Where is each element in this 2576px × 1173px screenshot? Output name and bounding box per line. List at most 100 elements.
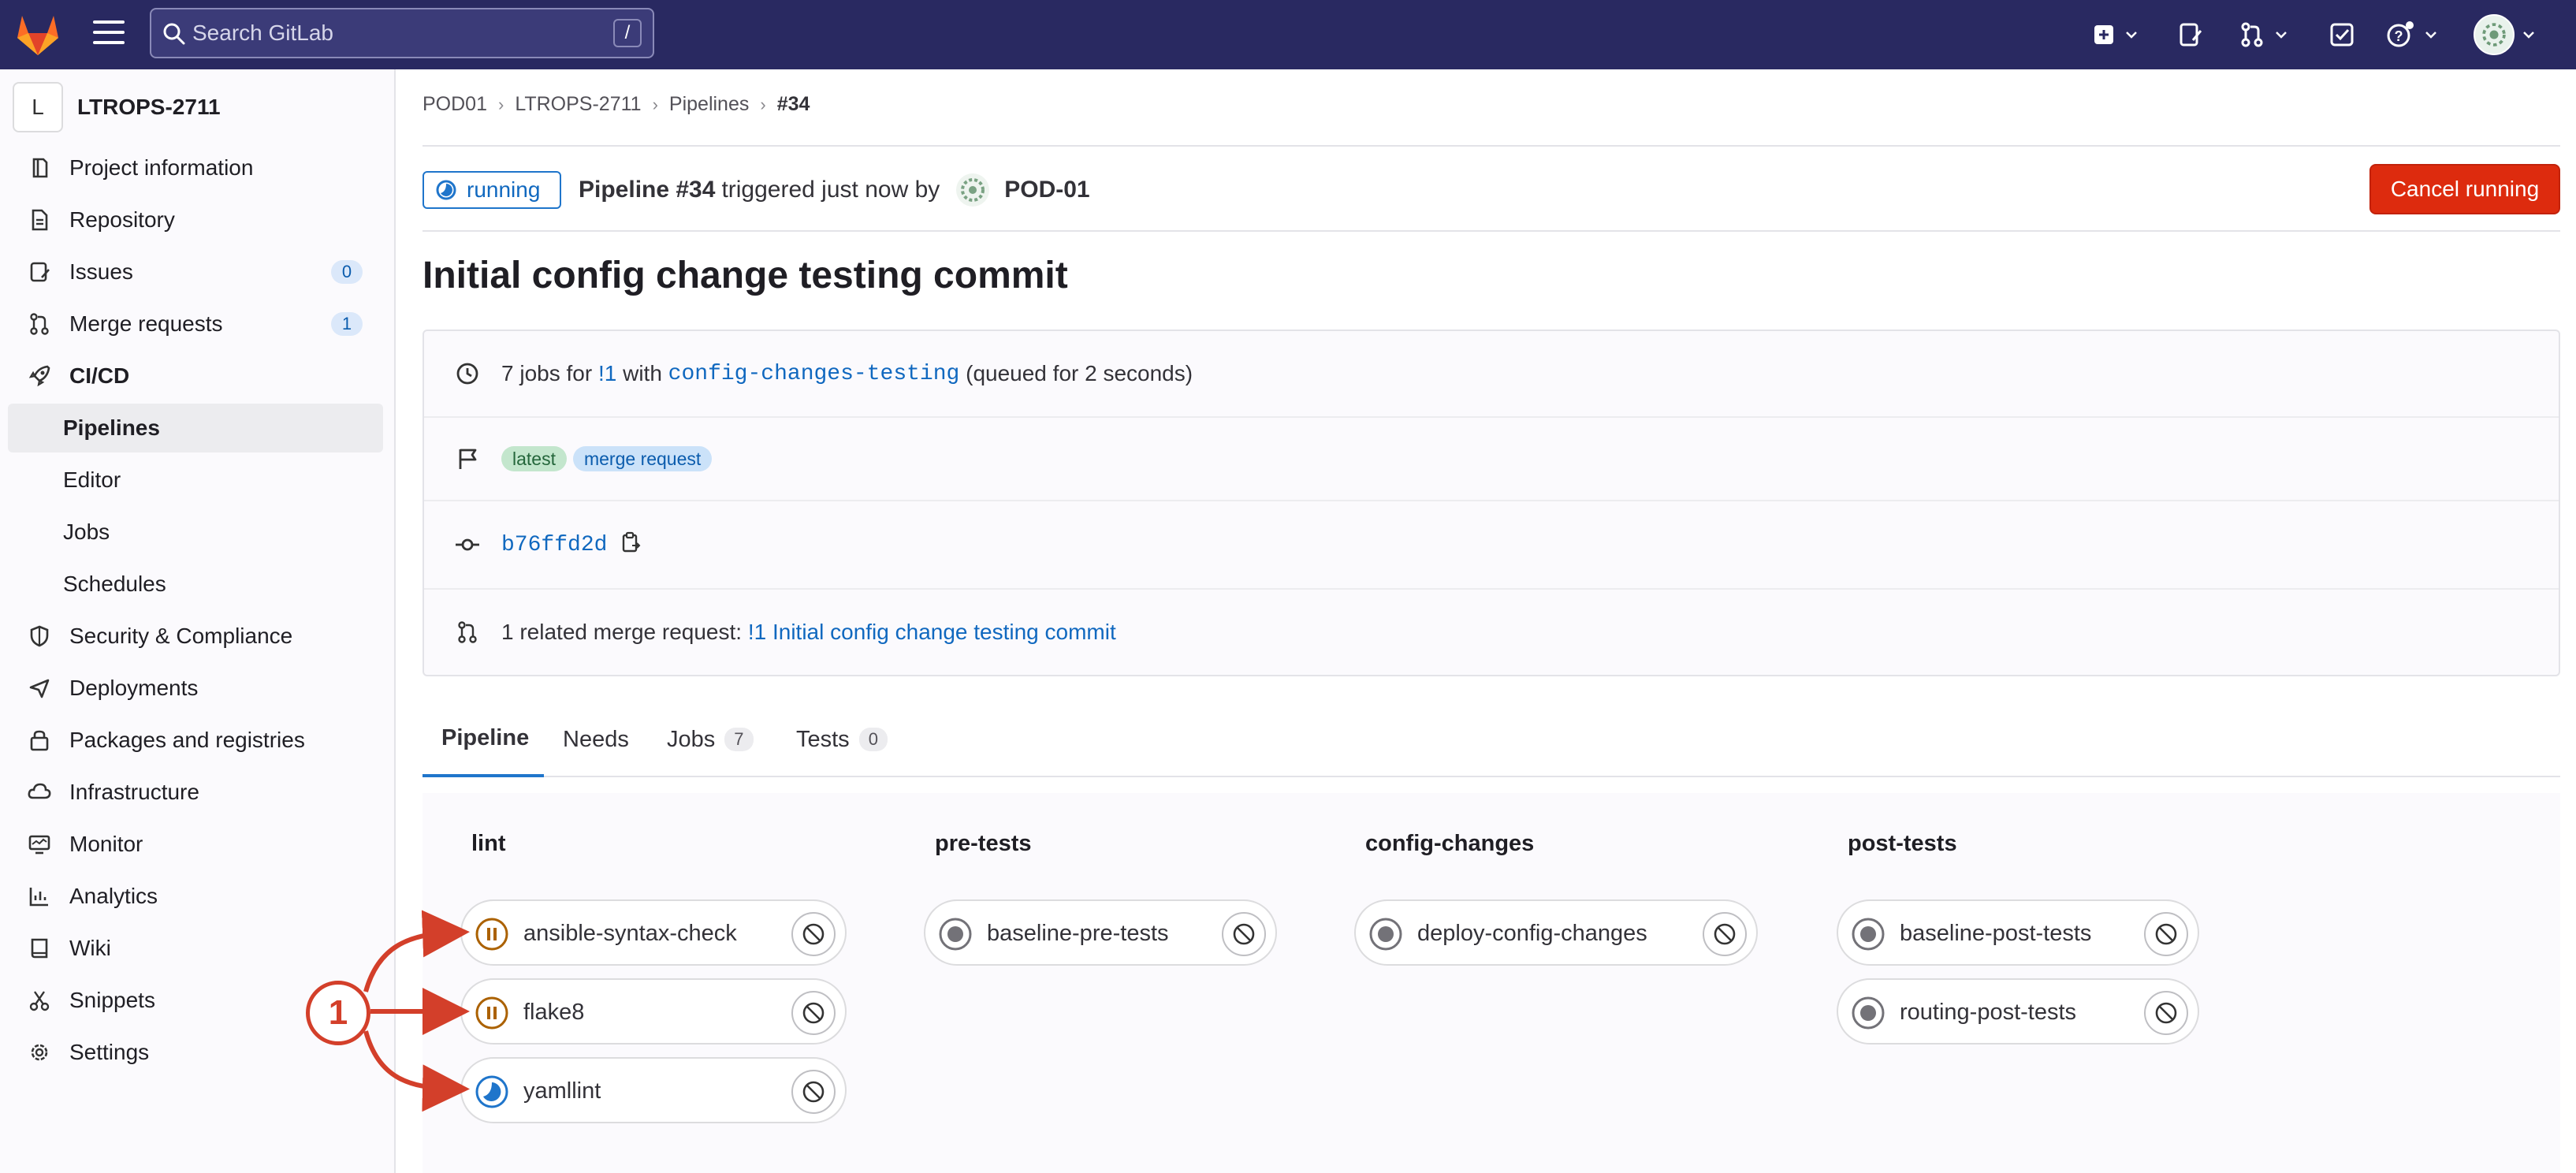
info-row-badges: latest merge request bbox=[424, 418, 2559, 501]
issues-icon bbox=[2180, 23, 2202, 47]
related-mr-link[interactable]: !1 Initial config change testing commit bbox=[748, 620, 1116, 645]
sidebar-item-jobs[interactable]: Jobs bbox=[8, 508, 383, 557]
tab-count-badge: 7 bbox=[724, 728, 754, 751]
cancel-job-button[interactable] bbox=[2144, 991, 2188, 1035]
chevron-down-icon bbox=[2523, 32, 2534, 39]
issues-top-button[interactable] bbox=[2177, 17, 2204, 52]
job-name: routing-post-tests bbox=[1900, 1000, 2077, 1025]
stage-title-config-changes: config-changes bbox=[1365, 831, 1535, 856]
sidebar-project-header[interactable]: L LTROPS-2711 bbox=[13, 82, 221, 132]
todos-top-button[interactable] bbox=[2328, 17, 2355, 52]
sidebar-item-pipelines[interactable]: Pipelines bbox=[8, 404, 383, 452]
search-icon bbox=[163, 23, 185, 45]
chart-icon bbox=[24, 881, 55, 912]
cancel-job-button[interactable] bbox=[791, 912, 836, 956]
merge-request-ref-link[interactable]: !1 bbox=[598, 361, 616, 386]
sidebar-item-packages-registries[interactable]: Packages and registries bbox=[8, 716, 383, 765]
breadcrumb-item-pipelines[interactable]: Pipelines bbox=[669, 93, 749, 116]
tab-pipeline[interactable]: Pipeline bbox=[423, 702, 544, 777]
clock-icon bbox=[454, 360, 481, 387]
job-baseline-post-tests[interactable]: baseline-post-tests bbox=[1837, 899, 2199, 966]
sidebar-item-merge-requests[interactable]: Merge requests 1 bbox=[8, 300, 383, 348]
cancel-job-button[interactable] bbox=[2144, 912, 2188, 956]
user-avatar[interactable] bbox=[955, 173, 990, 207]
commit-sha-link[interactable]: b76ffd2d bbox=[501, 533, 607, 557]
gitlab-logo-icon[interactable] bbox=[14, 8, 61, 60]
cancel-job-button[interactable] bbox=[791, 991, 836, 1035]
tab-count-badge: 0 bbox=[858, 728, 888, 751]
sidebar-item-label: Project information bbox=[69, 155, 254, 180]
branch-link[interactable]: config-changes-testing bbox=[668, 362, 960, 386]
sidebar-item-repository[interactable]: Repository bbox=[8, 196, 383, 244]
job-routing-post-tests[interactable]: routing-post-tests bbox=[1837, 978, 2199, 1045]
tab-label: Jobs bbox=[667, 726, 716, 752]
sidebar-item-wiki[interactable]: Wiki bbox=[8, 924, 383, 973]
merge-request-icon bbox=[2241, 22, 2263, 47]
sidebar-item-editor[interactable]: Editor bbox=[8, 456, 383, 505]
user-menu-chevron[interactable] bbox=[2521, 17, 2537, 52]
job-deploy-config-changes[interactable]: deploy-config-changes bbox=[1354, 899, 1758, 966]
sidebar-item-issues[interactable]: Issues 0 bbox=[8, 248, 383, 296]
tab-label: Tests bbox=[796, 726, 850, 752]
job-flake8[interactable]: flake8 bbox=[460, 978, 847, 1045]
sidebar-item-analytics[interactable]: Analytics bbox=[8, 872, 383, 921]
sidebar-item-infrastructure[interactable]: Infrastructure bbox=[8, 768, 383, 817]
job-ansible-syntax-check[interactable]: ansible-syntax-check bbox=[460, 899, 847, 966]
job-name: yamllint bbox=[523, 1078, 601, 1104]
project-name: LTROPS-2711 bbox=[77, 95, 221, 119]
breadcrumb-item-current[interactable]: #34 bbox=[777, 93, 810, 116]
cancel-job-button[interactable] bbox=[1222, 912, 1266, 956]
sidebar-item-cicd[interactable]: CI/CD bbox=[8, 352, 383, 400]
menu-icon[interactable] bbox=[93, 20, 125, 49]
stage-title-lint: lint bbox=[471, 831, 506, 856]
scissors-icon bbox=[24, 985, 55, 1016]
sidebar-item-label: Snippets bbox=[69, 988, 155, 1012]
project-avatar: L bbox=[13, 82, 63, 132]
cancel-running-button[interactable]: Cancel running bbox=[2369, 164, 2560, 214]
sidebar-item-label: Packages and registries bbox=[69, 728, 305, 752]
sidebar-item-deployments[interactable]: Deployments bbox=[8, 664, 383, 713]
page-title: Initial config change testing commit bbox=[423, 255, 1068, 296]
annotation-number-badge: 1 bbox=[306, 981, 370, 1045]
cancel-job-button[interactable] bbox=[1703, 912, 1747, 956]
chevron-down-icon bbox=[2425, 32, 2436, 39]
search-box[interactable]: / bbox=[150, 8, 654, 58]
breadcrumb-item-group[interactable]: POD01 bbox=[423, 93, 487, 116]
pipeline-user-name[interactable]: POD-01 bbox=[1004, 177, 1089, 203]
job-name: flake8 bbox=[523, 1000, 585, 1025]
tab-tests[interactable]: Tests 0 bbox=[796, 702, 888, 777]
cancel-icon bbox=[802, 923, 825, 945]
sidebar-item-security-compliance[interactable]: Security & Compliance bbox=[8, 612, 383, 661]
cancel-job-button[interactable] bbox=[791, 1070, 836, 1114]
document-icon bbox=[24, 204, 55, 236]
sidebar-item-project-information[interactable]: Project information bbox=[8, 143, 383, 192]
sidebar-item-label: Repository bbox=[69, 207, 175, 232]
tab-needs[interactable]: Needs bbox=[563, 702, 629, 777]
sidebar-item-monitor[interactable]: Monitor bbox=[8, 820, 383, 869]
user-avatar[interactable] bbox=[2474, 14, 2515, 55]
pipeline-summary: Pipeline #34 triggered just now by POD-0… bbox=[579, 172, 1090, 208]
related-mr-text: 1 related merge request: bbox=[501, 620, 743, 644]
sidebar-item-schedules[interactable]: Schedules bbox=[8, 560, 383, 609]
job-baseline-pre-tests[interactable]: baseline-pre-tests bbox=[924, 899, 1277, 966]
copy-icon[interactable] bbox=[620, 531, 642, 560]
pipeline-status-badge[interactable]: running bbox=[423, 171, 561, 209]
info-row-commit: b76ffd2d bbox=[424, 501, 2559, 590]
divider bbox=[423, 145, 2560, 147]
breadcrumb-item-project[interactable]: LTROPS-2711 bbox=[515, 93, 641, 116]
help-dropdown[interactable]: ? bbox=[2385, 17, 2439, 52]
tab-jobs[interactable]: Jobs 7 bbox=[667, 702, 754, 777]
pipeline-trigger-text: triggered just now by bbox=[721, 177, 940, 203]
merge-request-icon bbox=[24, 308, 55, 340]
commit-icon bbox=[454, 531, 481, 558]
search-input[interactable] bbox=[192, 14, 602, 52]
sidebar-item-label: Monitor bbox=[69, 832, 143, 856]
info-icon bbox=[24, 152, 55, 184]
job-yamllint[interactable]: yamllint bbox=[460, 1057, 847, 1123]
status-running-icon bbox=[475, 1075, 508, 1108]
status-pending-icon bbox=[475, 918, 508, 951]
chevron-down-icon bbox=[2276, 32, 2287, 39]
create-new-dropdown[interactable] bbox=[2092, 17, 2139, 52]
merge-requests-top-dropdown[interactable] bbox=[2239, 17, 2289, 52]
chevron-down-icon bbox=[2126, 32, 2137, 39]
